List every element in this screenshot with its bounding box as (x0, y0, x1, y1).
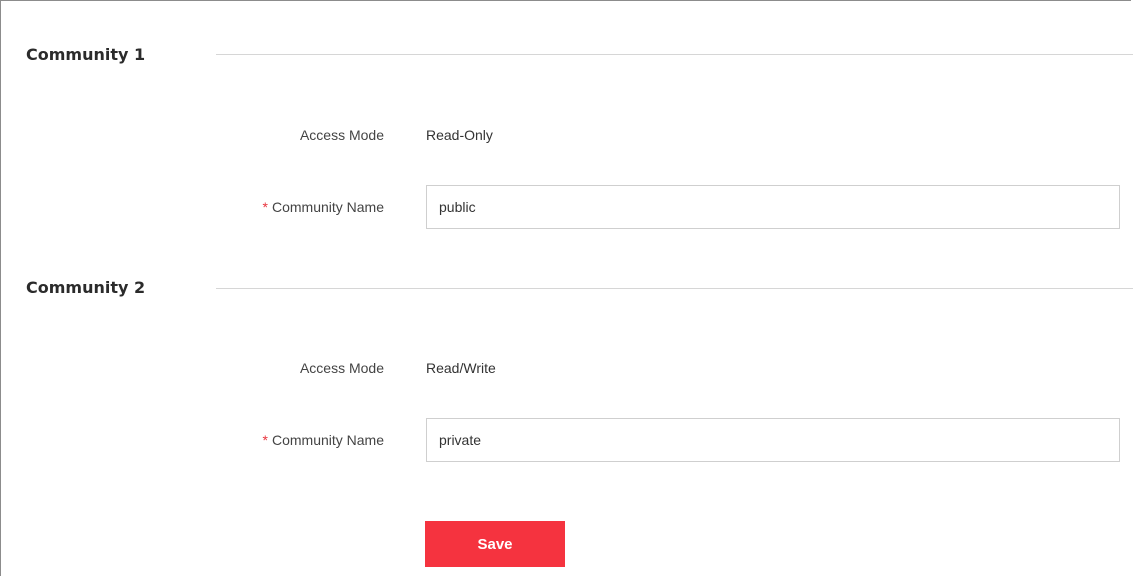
required-asterisk: * (262, 432, 268, 448)
community-1-access-mode-value: Read-Only (426, 127, 493, 143)
save-button[interactable]: Save (425, 521, 565, 567)
community-1-name-input[interactable] (426, 185, 1120, 229)
community-2-header: Community 2 (26, 275, 145, 299)
community-1-access-mode-label: Access Mode (299, 127, 384, 143)
community-2-name-input[interactable] (426, 418, 1120, 462)
community-1-header: Community 1 (26, 42, 145, 66)
community-2-name-label: * Community Name (262, 432, 384, 448)
community-2-access-mode-value: Read/Write (426, 360, 496, 376)
community-2-divider (216, 288, 1133, 289)
community-1-title: Community 1 (26, 44, 146, 64)
required-asterisk: * (262, 199, 268, 215)
community-2-title: Community 2 (26, 277, 146, 297)
settings-panel: Community 1 Access Mode Read-Only * Commu… (0, 0, 1133, 576)
community-1-name-label: * Community Name (262, 199, 384, 215)
community-2-access-mode-label: Access Mode (299, 360, 384, 376)
community-1-divider (216, 54, 1133, 55)
